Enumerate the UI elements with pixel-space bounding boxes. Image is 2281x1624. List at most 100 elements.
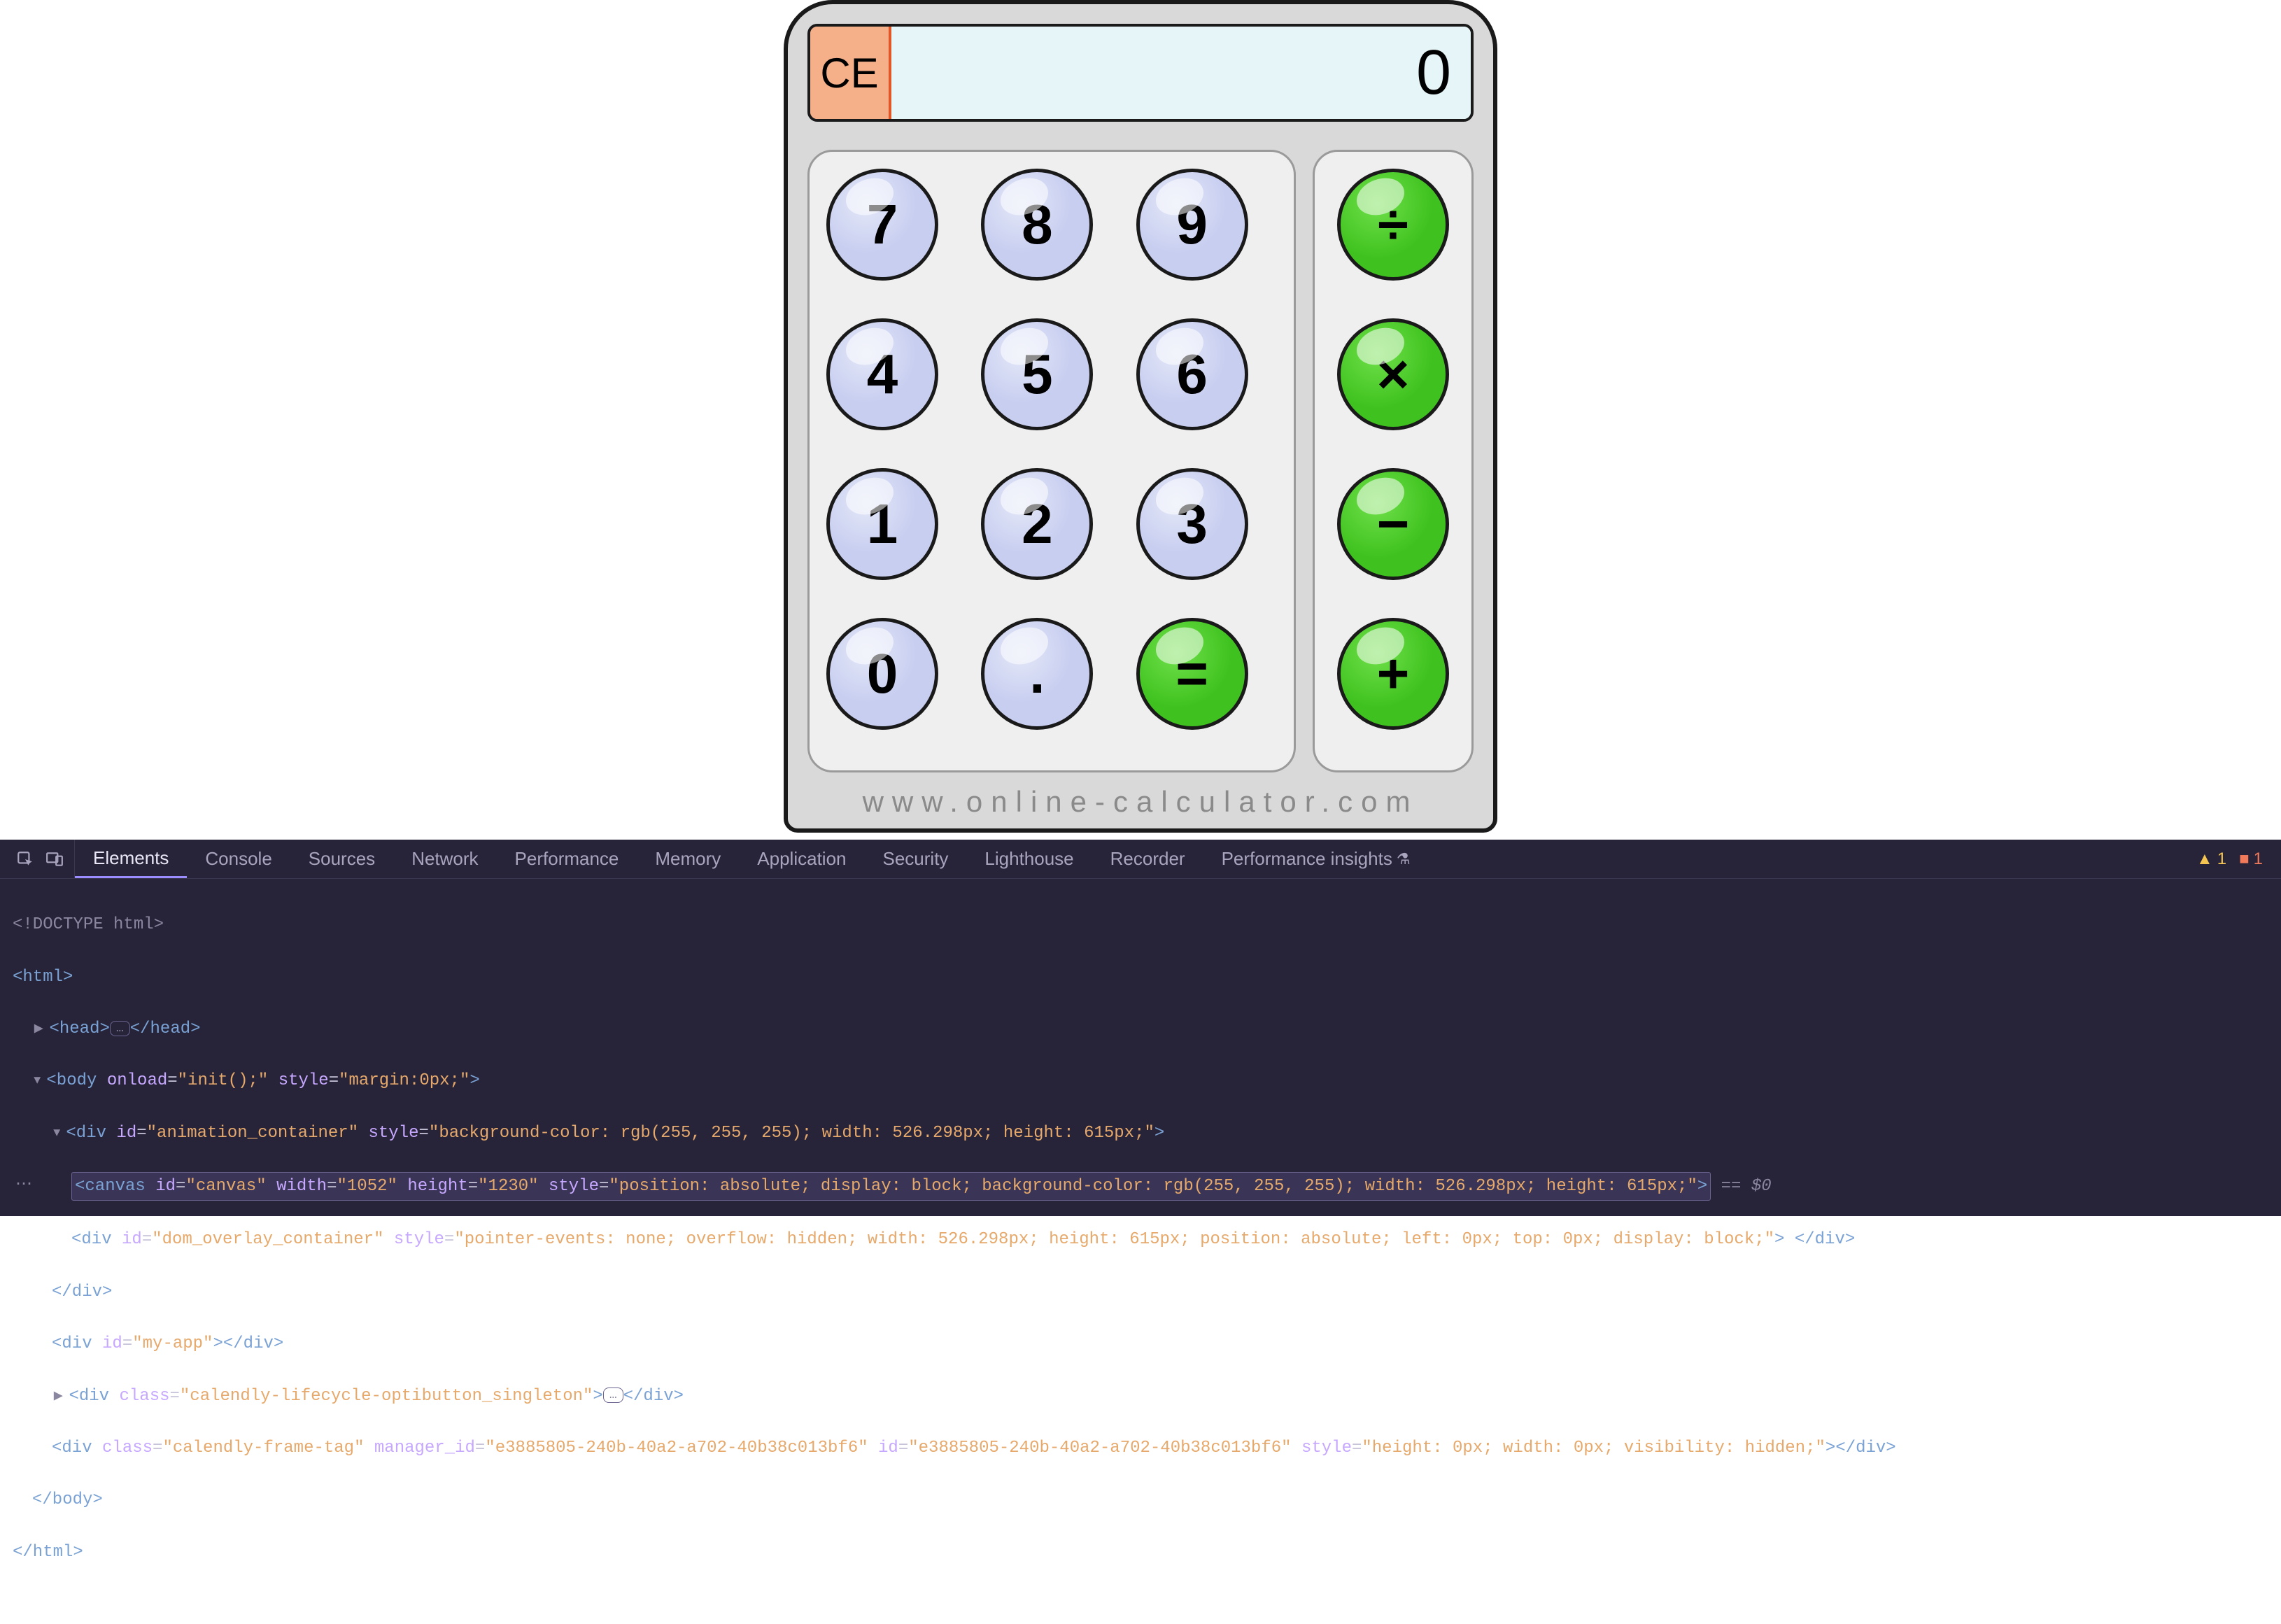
key-divide[interactable]: ÷ bbox=[1337, 169, 1449, 281]
calculator-display-row: CE 0 bbox=[807, 24, 1474, 122]
tab-application[interactable]: Application bbox=[739, 840, 864, 878]
tab-sources[interactable]: Sources bbox=[290, 840, 393, 878]
dom-div-close[interactable]: </div> bbox=[52, 1283, 112, 1301]
attr-value: "dom_overlay_container" bbox=[152, 1230, 383, 1249]
attr-value: "calendly-frame-tag" bbox=[162, 1439, 364, 1457]
ellipsis-icon[interactable]: … bbox=[110, 1021, 130, 1036]
attr-value: "pointer-events: none; overflow: hidden;… bbox=[454, 1230, 1774, 1249]
keypad-row: 7 8 9 4 5 6 1 2 3 0 . = ÷ × − + bbox=[807, 150, 1474, 772]
inspect-element-icon[interactable] bbox=[15, 849, 35, 869]
attr-name: onload bbox=[107, 1071, 167, 1090]
page-viewport: CE 0 7 8 9 4 5 6 1 2 3 0 . = ÷ × − bbox=[0, 0, 2281, 840]
key-decimal[interactable]: . bbox=[981, 618, 1093, 730]
dom-head-close[interactable]: </head> bbox=[130, 1019, 201, 1038]
attr-value: "background-color: rgb(255, 255, 255); w… bbox=[429, 1124, 1154, 1143]
attr-value: "e3885805-240b-40a2-a702-40b38c013bf6" bbox=[908, 1439, 1291, 1457]
key-7[interactable]: 7 bbox=[826, 169, 938, 281]
dom-div-open[interactable]: <div bbox=[71, 1230, 122, 1249]
key-1[interactable]: 1 bbox=[826, 468, 938, 580]
tab-network[interactable]: Network bbox=[393, 840, 496, 878]
expand-head-icon[interactable] bbox=[32, 1019, 49, 1038]
warnings-badge[interactable]: ▲ 1 bbox=[2196, 849, 2226, 869]
tag-close: > bbox=[1697, 1177, 1707, 1196]
attr-name: style bbox=[1301, 1439, 1352, 1457]
calculator-display: 0 bbox=[891, 27, 1471, 119]
warnings-count: 1 bbox=[2217, 849, 2226, 869]
issues-count: 1 bbox=[2254, 849, 2263, 869]
calculator-frame: CE 0 7 8 9 4 5 6 1 2 3 0 . = ÷ × − bbox=[784, 0, 1497, 833]
tab-performance-insights[interactable]: Performance insights bbox=[1203, 840, 1429, 878]
selected-dom-node[interactable]: <canvas id="canvas" width="1052" height=… bbox=[71, 1172, 1711, 1201]
tab-elements[interactable]: Elements bbox=[75, 840, 187, 878]
clear-entry-button[interactable]: CE bbox=[807, 24, 891, 122]
tab-recorder[interactable]: Recorder bbox=[1092, 840, 1203, 878]
attr-name: height bbox=[407, 1177, 467, 1196]
attr-name: id bbox=[155, 1177, 176, 1196]
device-toolbar-icon[interactable] bbox=[45, 849, 64, 869]
tab-console[interactable]: Console bbox=[187, 840, 290, 878]
tag-close: > bbox=[1154, 1124, 1164, 1143]
attr-value: "init();" bbox=[178, 1071, 269, 1090]
key-4[interactable]: 4 bbox=[826, 318, 938, 430]
expand-body-icon[interactable] bbox=[32, 1071, 46, 1090]
tab-security[interactable]: Security bbox=[865, 840, 967, 878]
attr-name: class bbox=[102, 1439, 153, 1457]
tag-close: ></div> bbox=[213, 1334, 283, 1353]
attr-name: style bbox=[394, 1230, 444, 1249]
selected-node-suffix: == $0 bbox=[1711, 1177, 1771, 1196]
attr-name: manager_id bbox=[374, 1439, 475, 1457]
attr-name: style bbox=[278, 1071, 329, 1090]
key-add[interactable]: + bbox=[1337, 618, 1449, 730]
tab-performance[interactable]: Performance bbox=[497, 840, 637, 878]
footer-url: www.online-calculator.com bbox=[807, 772, 1474, 821]
tag-close: > bbox=[469, 1071, 479, 1090]
attr-value: "calendly-lifecycle-optibutton_singleton… bbox=[180, 1387, 593, 1406]
dom-div-open[interactable]: <div bbox=[52, 1334, 102, 1353]
tag-close: > bbox=[593, 1387, 602, 1406]
key-multiply[interactable]: × bbox=[1337, 318, 1449, 430]
dom-head-open[interactable]: <head> bbox=[49, 1019, 109, 1038]
attr-value: "canvas" bbox=[185, 1177, 266, 1196]
tag-close: </div> bbox=[623, 1387, 684, 1406]
attr-name: id bbox=[116, 1124, 136, 1143]
tab-memory[interactable]: Memory bbox=[637, 840, 739, 878]
ellipsis-icon[interactable]: … bbox=[603, 1388, 623, 1403]
attr-value: "position: absolute; display: block; bac… bbox=[609, 1177, 1697, 1196]
key-5[interactable]: 5 bbox=[981, 318, 1093, 430]
expand-animation-container-icon[interactable] bbox=[52, 1124, 66, 1143]
elements-dom-tree[interactable]: <!DOCTYPE html> <html> <head>…</head> <b… bbox=[0, 879, 2281, 1624]
key-6[interactable]: 6 bbox=[1136, 318, 1248, 430]
dom-div-open[interactable]: <div bbox=[52, 1439, 102, 1457]
key-8[interactable]: 8 bbox=[981, 169, 1093, 281]
dom-html-open[interactable]: <html> bbox=[13, 968, 73, 987]
attr-value: "my-app" bbox=[132, 1334, 213, 1353]
tab-lighthouse[interactable]: Lighthouse bbox=[966, 840, 1092, 878]
expand-calendly-optibutton-icon[interactable] bbox=[52, 1387, 69, 1406]
dom-div-open[interactable]: <div bbox=[69, 1387, 119, 1406]
key-9[interactable]: 9 bbox=[1136, 169, 1248, 281]
attr-name: id bbox=[122, 1230, 142, 1249]
dom-body-open[interactable]: <body bbox=[46, 1071, 106, 1090]
tag-close: ></div> bbox=[1825, 1439, 1896, 1457]
dom-doctype[interactable]: <!DOCTYPE html> bbox=[13, 915, 164, 934]
dom-body-close[interactable]: </body> bbox=[32, 1490, 103, 1509]
attr-value: "e3885805-240b-40a2-a702-40b38c013bf6" bbox=[485, 1439, 868, 1457]
attr-name: style bbox=[549, 1177, 599, 1196]
dom-div-open[interactable]: <div bbox=[66, 1124, 116, 1143]
attr-value: "1230" bbox=[478, 1177, 538, 1196]
attr-name: width bbox=[276, 1177, 327, 1196]
issues-badge[interactable]: ■ 1 bbox=[2239, 849, 2263, 869]
key-equals[interactable]: = bbox=[1136, 618, 1248, 730]
devtools-left-icons bbox=[6, 840, 75, 878]
key-subtract[interactable]: − bbox=[1337, 468, 1449, 580]
devtools-panel: Elements Console Sources Network Perform… bbox=[0, 840, 2281, 1216]
key-2[interactable]: 2 bbox=[981, 468, 1093, 580]
attr-value: "margin:0px;" bbox=[339, 1071, 469, 1090]
attr-name: id bbox=[878, 1439, 898, 1457]
selected-gutter-icon: ⋯ bbox=[15, 1172, 32, 1198]
key-0[interactable]: 0 bbox=[826, 618, 938, 730]
devtools-status-right: ▲ 1 ■ 1 bbox=[2196, 849, 2275, 869]
key-3[interactable]: 3 bbox=[1136, 468, 1248, 580]
dom-html-close[interactable]: </html> bbox=[13, 1543, 83, 1562]
attr-value: "height: 0px; width: 0px; visibility: hi… bbox=[1362, 1439, 1825, 1457]
